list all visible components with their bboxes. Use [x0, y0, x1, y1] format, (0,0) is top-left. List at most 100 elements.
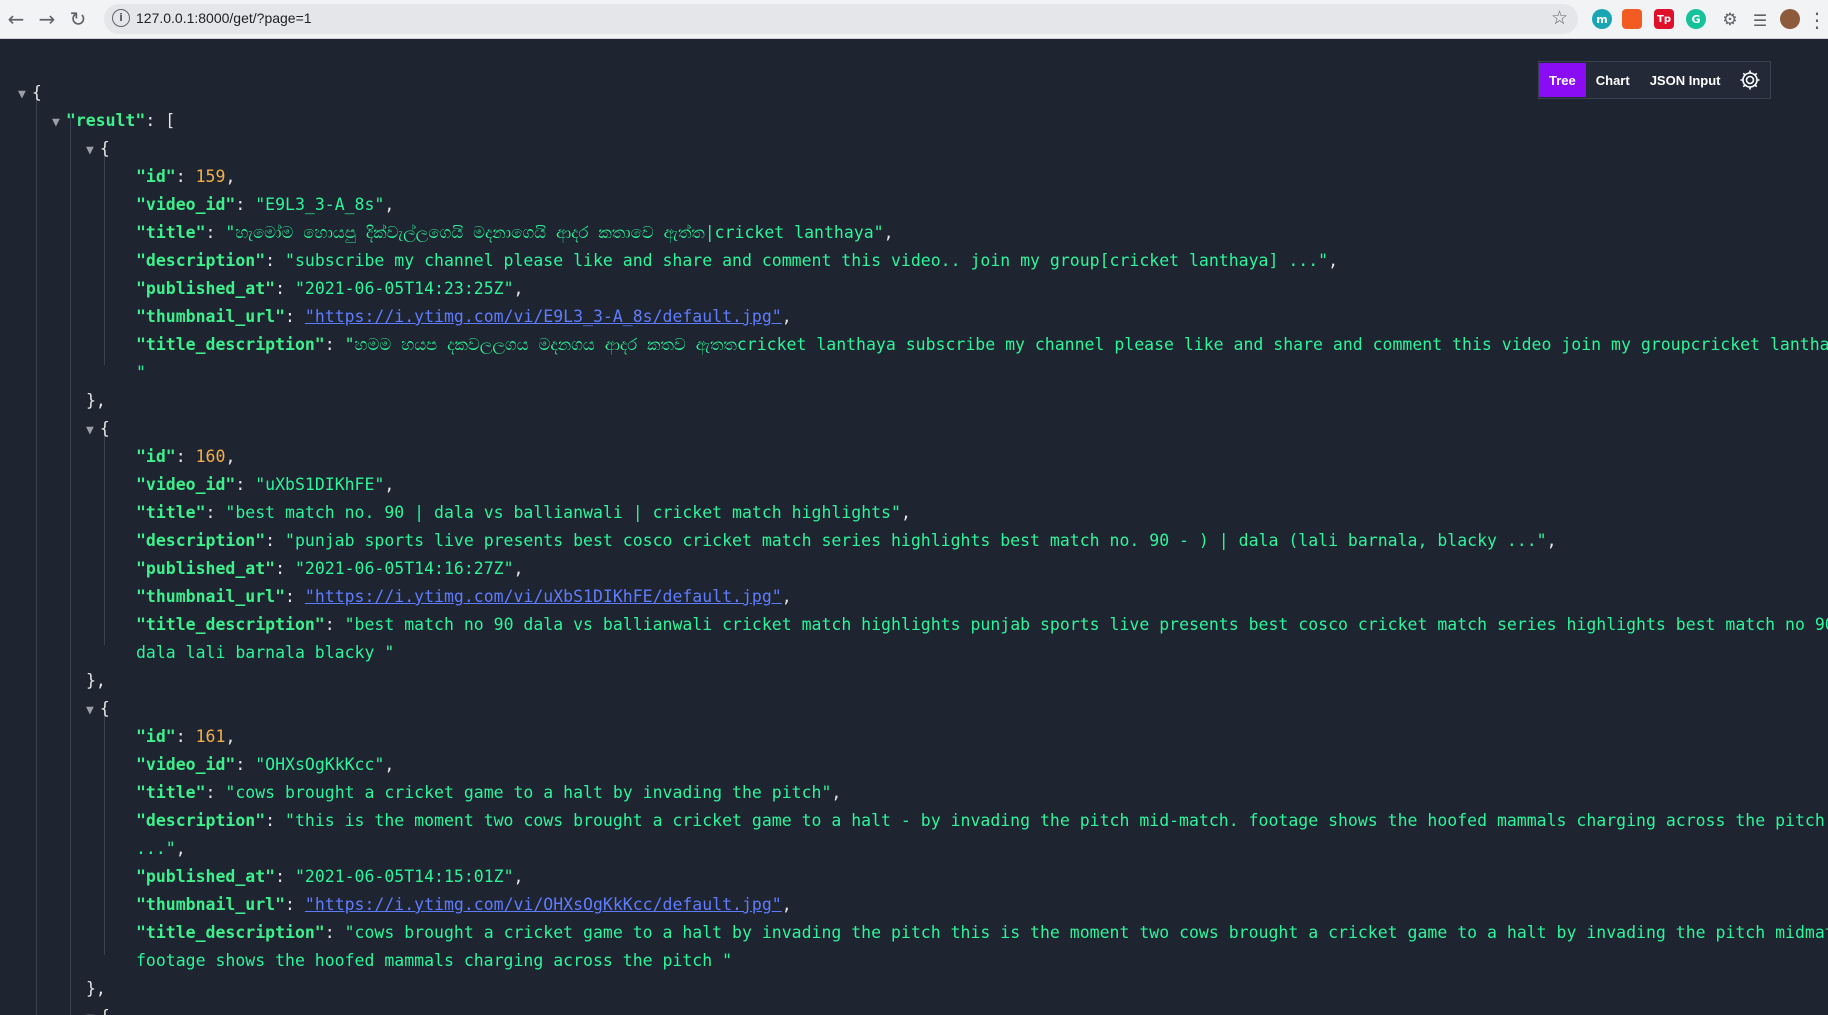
- json-string: "2021-06-05T14:23:25Z": [294, 279, 514, 298]
- json-string: "punjab sports live presents best cosco …: [285, 531, 1547, 550]
- grammarly-icon[interactable]: G: [1686, 9, 1706, 29]
- tab-json-input[interactable]: JSON Input: [1640, 63, 1731, 97]
- json-line-title-description: "title_description": "best match no 90 d…: [136, 611, 1828, 639]
- back-icon[interactable]: ←: [2, 5, 30, 33]
- url-text[interactable]: 127.0.0.1:8000/get/?page=1: [136, 10, 312, 26]
- indent-guide: [104, 145, 105, 365]
- json-line-title-description: "title_description": "හමම හයප දකවලලගය මද…: [136, 331, 1828, 359]
- json-item-open: ▼{: [86, 135, 110, 165]
- thumbnail-link[interactable]: "https://i.ytimg.com/vi/E9L3_3-A_8s/defa…: [305, 307, 782, 326]
- extension-m-icon[interactable]: m: [1592, 9, 1612, 29]
- json-line-description: "description": "subscribe my channel ple…: [136, 247, 1338, 275]
- json-line-id: "id": 159,: [136, 163, 235, 191]
- json-token: },: [86, 671, 106, 690]
- forward-icon[interactable]: →: [33, 5, 61, 33]
- json-token: {: [99, 419, 110, 438]
- browser-toolbar: ← → ↻ i 127.0.0.1:8000/get/?page=1 ☆ m T…: [0, 0, 1828, 39]
- json-line-title: "title": "best match no. 90 | dala vs ba…: [136, 499, 911, 527]
- json-string: footage shows the hoofed mammals chargin…: [136, 951, 733, 970]
- json-token: ,: [831, 783, 842, 802]
- json-item-open: ▼{: [86, 1003, 110, 1015]
- json-token: ,: [175, 839, 186, 858]
- json-line-id: "id": 160,: [136, 443, 235, 471]
- json-token: [: [165, 111, 176, 130]
- site-info-icon[interactable]: i: [112, 9, 130, 27]
- json-line-title-description-wrap: footage shows the hoofed mammals chargin…: [136, 947, 732, 975]
- settings-gear-icon[interactable]: [1730, 63, 1770, 97]
- json-token: :: [235, 755, 256, 774]
- json-token: :: [205, 223, 226, 242]
- thumbnail-link[interactable]: "https://i.ytimg.com/vi/uXbS1DIKhFE/defa…: [305, 587, 782, 606]
- json-token: ,: [384, 475, 395, 494]
- json-line-published-at: "published_at": "2021-06-05T14:16:27Z",: [136, 555, 523, 583]
- json-token: ,: [225, 727, 236, 746]
- collapse-toggle-icon[interactable]: ▼: [86, 1011, 94, 1015]
- json-key: "result": [65, 111, 146, 130]
- json-key: "published_at": [136, 559, 276, 578]
- json-token: :: [205, 503, 226, 522]
- reload-icon[interactable]: ↻: [64, 5, 92, 33]
- json-token: {: [99, 699, 110, 718]
- profile-avatar[interactable]: [1780, 9, 1800, 29]
- json-key: "video_id": [136, 195, 236, 214]
- json-string: "හැමෝම හොයපු දික්වැල්ලගෙයි මදනාගෙයි ආදර …: [225, 223, 884, 242]
- json-token: ,: [1328, 251, 1339, 270]
- json-key: "thumbnail_url": [136, 307, 286, 326]
- json-root-open: ▼{: [18, 79, 42, 109]
- collapse-toggle-icon[interactable]: ▼: [52, 115, 60, 130]
- json-key: "thumbnail_url": [136, 895, 286, 914]
- tab-tree[interactable]: Tree: [1539, 63, 1586, 97]
- json-key: "id": [136, 727, 176, 746]
- address-bar[interactable]: i 127.0.0.1:8000/get/?page=1 ☆: [104, 4, 1578, 34]
- json-string: dala lali barnala blacky ": [136, 643, 395, 662]
- collapse-toggle-icon[interactable]: ▼: [18, 87, 26, 102]
- extensions-puzzle-icon[interactable]: ⚙: [1716, 6, 1744, 34]
- json-token: :: [265, 251, 286, 270]
- json-token: {: [100, 1007, 110, 1015]
- json-line-thumbnail-url: "thumbnail_url": "https://i.ytimg.com/vi…: [136, 891, 792, 919]
- view-mode-tabs: Tree Chart JSON Input: [1538, 61, 1772, 99]
- bookmark-star-icon[interactable]: ☆: [1551, 7, 1568, 29]
- json-key: "title": [136, 223, 206, 242]
- collapse-toggle-icon[interactable]: ▼: [86, 143, 94, 158]
- json-key: "title": [136, 783, 206, 802]
- brave-shield-icon[interactable]: [1622, 9, 1642, 29]
- reading-list-icon[interactable]: ☰: [1746, 6, 1774, 34]
- json-string: ": [136, 363, 146, 382]
- json-token: :: [265, 531, 286, 550]
- json-token: :: [145, 111, 166, 130]
- json-line-video-id: "video_id": "uXbS1DIKhFE",: [136, 471, 394, 499]
- json-token: :: [205, 783, 226, 802]
- thumbnail-link[interactable]: "https://i.ytimg.com/vi/OHXsOgKkKcc/defa…: [305, 895, 782, 914]
- tab-chart[interactable]: Chart: [1586, 63, 1640, 97]
- extension-tp-icon[interactable]: Tp: [1654, 9, 1674, 29]
- json-key: "title_description": [136, 923, 325, 942]
- json-token: ,: [513, 279, 524, 298]
- json-token: },: [86, 979, 106, 998]
- json-token: ,: [1546, 531, 1557, 550]
- json-item-close: },: [86, 387, 106, 415]
- indent-guide: [36, 89, 37, 1015]
- indent-guide: [104, 425, 105, 645]
- json-token: },: [86, 391, 106, 410]
- collapse-toggle-icon[interactable]: ▼: [86, 423, 94, 438]
- json-token: :: [285, 307, 305, 326]
- indent-guide: [70, 117, 71, 1015]
- json-line-published-at: "published_at": "2021-06-05T14:15:01Z",: [136, 863, 523, 891]
- json-string: "cows brought a cricket game to a halt b…: [225, 783, 832, 802]
- menu-kebab-icon[interactable]: ⋮: [1807, 6, 1827, 34]
- json-string: "best match no. 90 | dala vs ballianwali…: [225, 503, 901, 522]
- collapse-toggle-icon[interactable]: ▼: [86, 703, 94, 718]
- json-token: ,: [900, 503, 911, 522]
- json-line-title-description-wrap: ": [136, 359, 146, 387]
- json-token: :: [324, 615, 345, 634]
- json-string: "OHXsOgKkKcc": [255, 755, 385, 774]
- json-token: ,: [513, 559, 524, 578]
- json-token: :: [265, 811, 286, 830]
- indent-guide: [104, 705, 105, 955]
- json-item-open: ▼{: [86, 695, 110, 725]
- json-token: :: [285, 895, 305, 914]
- json-token: :: [275, 279, 295, 298]
- json-key: "published_at": [136, 867, 276, 886]
- json-string: "2021-06-05T14:16:27Z": [294, 559, 514, 578]
